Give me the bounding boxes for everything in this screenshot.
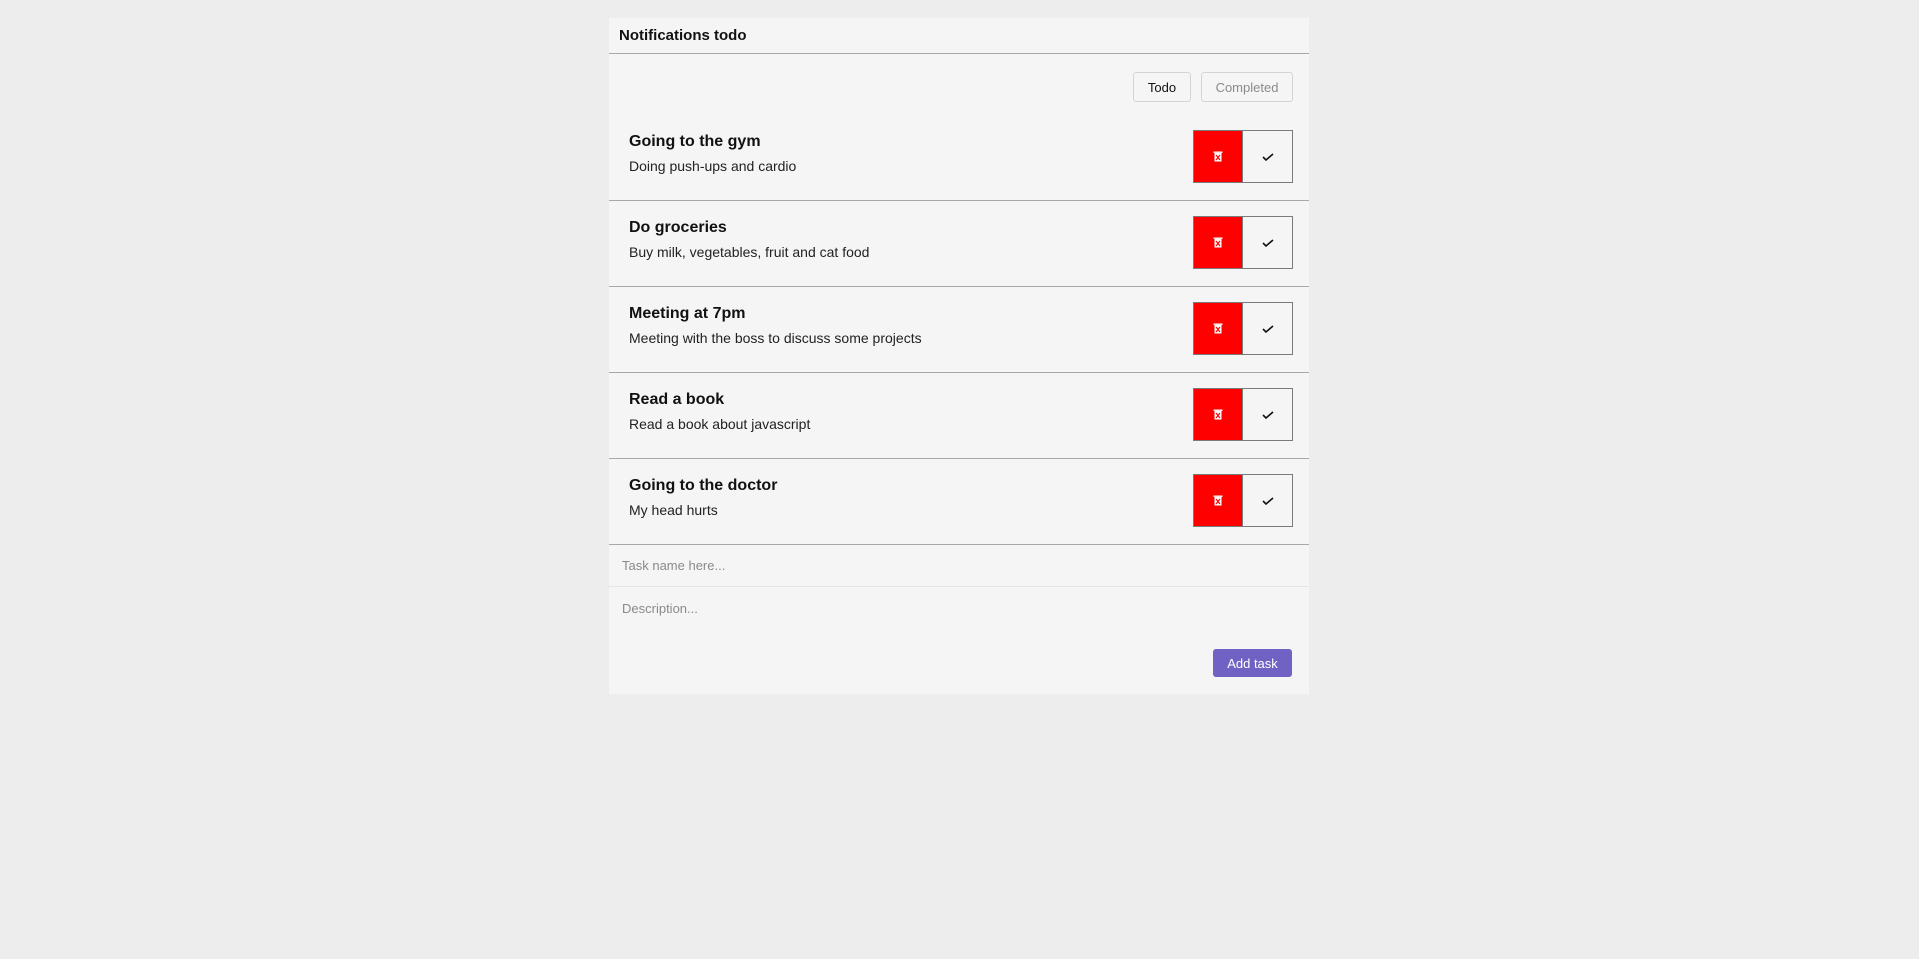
task-actions [1193,388,1293,441]
task-description: My head hurts [629,502,718,518]
list-item: Meeting at 7pm Meeting with the boss to … [609,287,1309,373]
trash-icon [1213,237,1223,248]
delete-button[interactable] [1193,388,1243,441]
delete-button[interactable] [1193,302,1243,355]
checkmark-icon [1261,410,1274,419]
task-name-input[interactable] [609,545,1309,586]
checkmark-icon [1261,152,1274,161]
task-description: Read a book about javascript [629,416,811,432]
complete-button[interactable] [1243,216,1293,269]
trash-icon [1213,323,1223,334]
tab-completed[interactable]: Completed [1201,72,1293,102]
checkmark-icon [1261,496,1274,505]
task-title: Going to the doctor [629,477,778,494]
complete-button[interactable] [1243,388,1293,441]
task-actions [1193,474,1293,527]
list-item: Going to the gym Doing push-ups and card… [609,115,1309,201]
list-item: Going to the doctor My head hurts [609,459,1309,545]
checkmark-icon [1261,238,1274,247]
delete-button[interactable] [1193,216,1243,269]
trash-icon [1213,151,1223,162]
task-actions [1193,302,1293,355]
description-input[interactable] [609,587,1309,629]
complete-button[interactable] [1243,130,1293,183]
complete-button[interactable] [1243,474,1293,527]
tab-todo[interactable]: Todo [1133,72,1191,102]
todo-panel: Notifications todo Todo Completed Going … [609,18,1309,694]
task-title: Going to the gym [629,133,761,150]
task-actions [1193,216,1293,269]
page-title: Notifications todo [609,18,1309,54]
task-title: Read a book [629,391,725,408]
task-title: Meeting at 7pm [629,305,746,322]
description-row [609,587,1309,629]
trash-icon [1213,409,1223,420]
list-item: Read a book Read a book about javascript [609,373,1309,459]
task-description: Doing push-ups and cardio [629,158,797,174]
delete-button[interactable] [1193,130,1243,183]
delete-button[interactable] [1193,474,1243,527]
checkmark-icon [1261,324,1274,333]
task-title: Do groceries [629,219,727,236]
task-name-row [609,545,1309,587]
add-task-button[interactable]: Add task [1213,649,1292,677]
list-item: Do groceries Buy milk, vegetables, fruit… [609,201,1309,287]
task-actions [1193,130,1293,183]
task-description: Meeting with the boss to discuss some pr… [629,330,922,346]
complete-button[interactable] [1243,302,1293,355]
trash-icon [1213,495,1223,506]
task-description: Buy milk, vegetables, fruit and cat food [629,244,870,260]
